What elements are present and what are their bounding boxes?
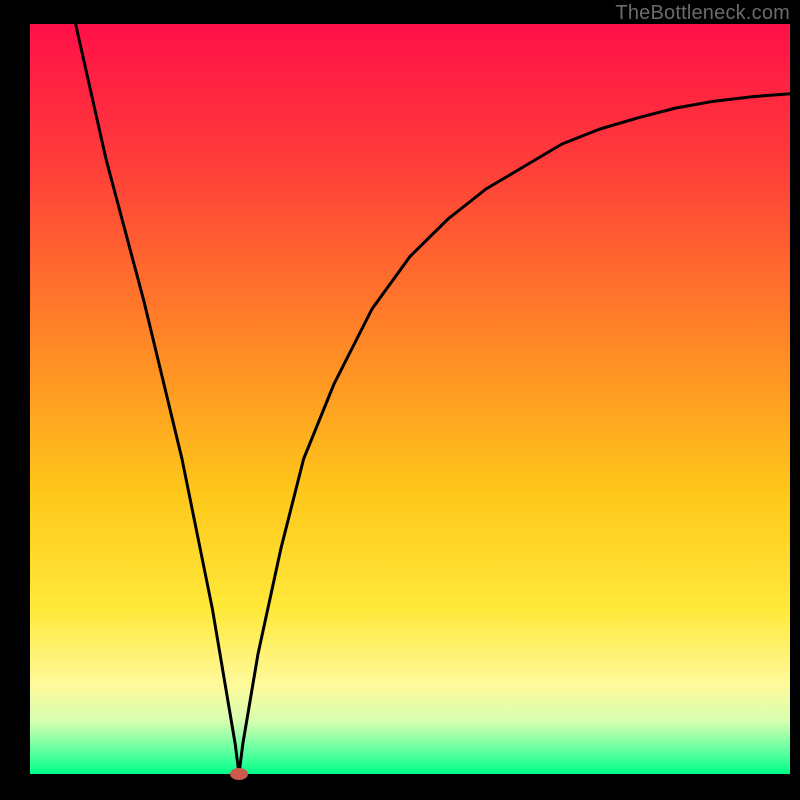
chart-frame: TheBottleneck.com — [0, 0, 800, 800]
plot-background — [30, 24, 790, 774]
bottleneck-chart — [0, 0, 800, 800]
attribution-label: TheBottleneck.com — [615, 2, 790, 25]
minimum-marker — [230, 768, 248, 780]
